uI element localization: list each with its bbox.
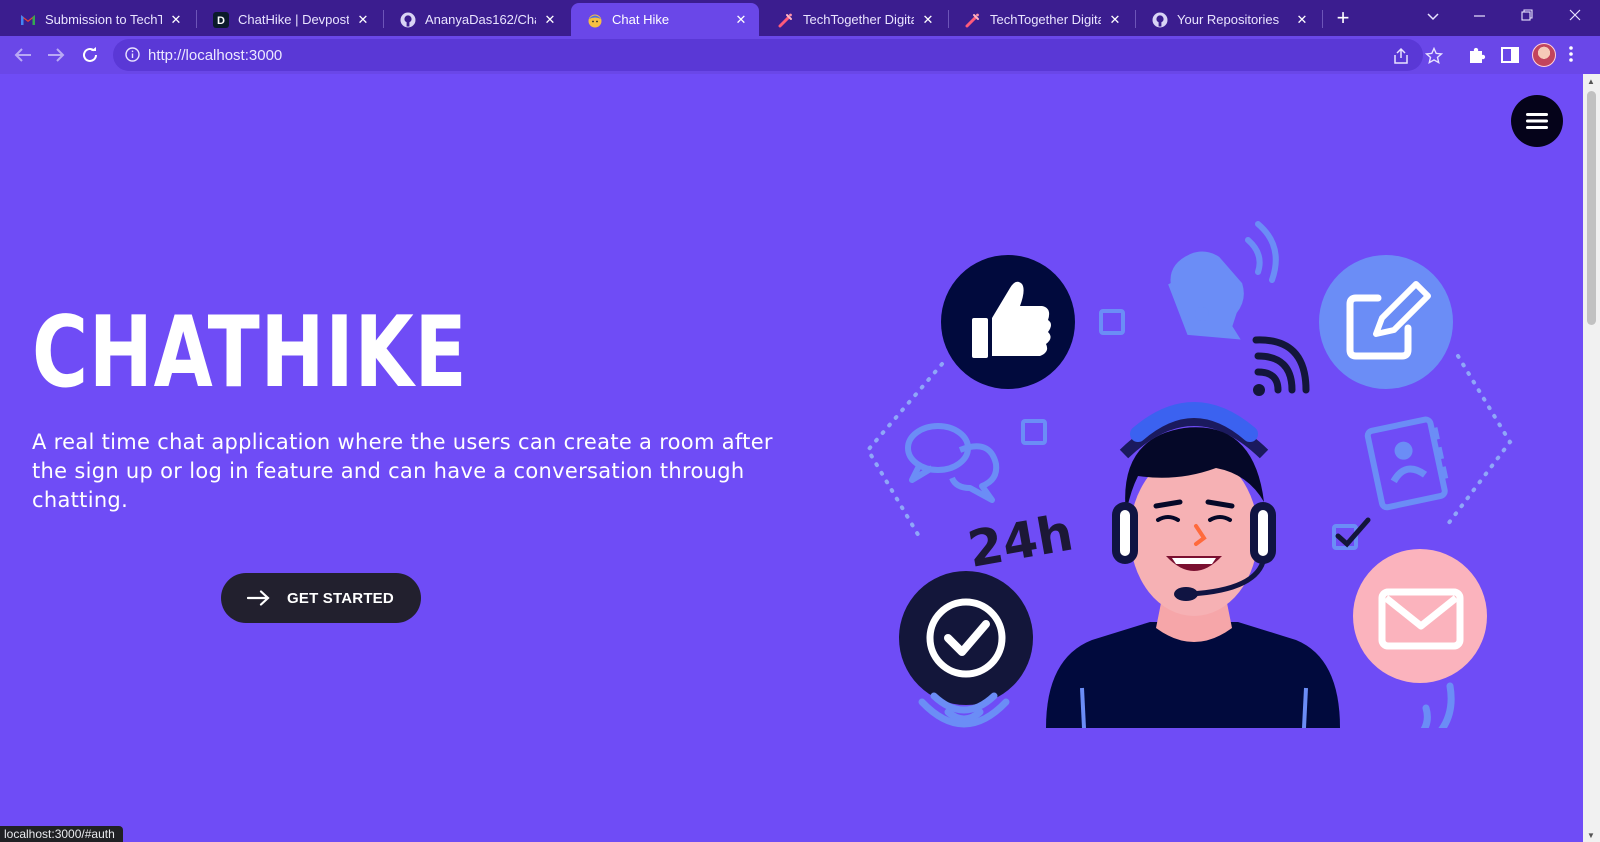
tab-close-icon[interactable]: ✕	[733, 12, 749, 28]
arrow-right-icon	[247, 590, 270, 606]
tab-devpost[interactable]: D ChatHike | Devpost ✕	[197, 3, 381, 36]
scrollbar-thumb[interactable]	[1587, 91, 1596, 325]
wifi-signal-icon	[1252, 336, 1310, 396]
tab-chat-hike[interactable]: Chat Hike ✕	[571, 3, 759, 36]
square-decoration	[1021, 419, 1047, 445]
tab-gmail[interactable]: Submission to TechTo ✕	[4, 3, 194, 36]
tab-search-chevron-icon[interactable]	[1410, 0, 1456, 32]
new-tab-button[interactable]: +	[1330, 5, 1356, 31]
hamburger-icon	[1526, 113, 1548, 129]
support-agent-illustration: 24h	[865, 221, 1513, 728]
scroll-up-arrow-icon[interactable]: ▲	[1587, 77, 1595, 86]
site-info-icon[interactable]	[125, 47, 140, 67]
tab-close-icon[interactable]: ✕	[1294, 12, 1310, 28]
chat-bubbles-icon	[905, 423, 1000, 503]
profile-avatar[interactable]	[1532, 43, 1556, 67]
tab-github-repo[interactable]: AnanyaDas162/ChatH ✕	[384, 3, 568, 36]
tab-title: TechTogether Digital |	[990, 12, 1101, 27]
bookmark-star-icon[interactable]	[1424, 46, 1444, 65]
app-brand-title: CHATHIKE	[32, 296, 468, 410]
back-arrow-icon[interactable]	[12, 44, 34, 66]
address-url[interactable]: http://localhost:3000	[148, 47, 282, 64]
get-started-button[interactable]: GET STARTED	[221, 573, 421, 623]
share-icon[interactable]	[1392, 47, 1410, 65]
chat-icon	[587, 12, 603, 28]
page-viewport: CHATHIKE A real time chat application wh…	[0, 74, 1583, 842]
check-circle-icon	[899, 571, 1033, 705]
support-agent-figure	[1046, 402, 1340, 728]
tab-close-icon[interactable]: ✕	[920, 12, 936, 28]
tab-title: Chat Hike	[612, 12, 670, 27]
contact-book-icon	[1364, 416, 1449, 511]
tab-techtogether-2[interactable]: TechTogether Digital | ✕	[949, 3, 1133, 36]
thumbs-up-icon	[941, 255, 1075, 389]
svg-text:D: D	[217, 15, 225, 27]
app-tagline: A real time chat application where the u…	[32, 430, 773, 512]
side-panel-icon[interactable]	[1500, 45, 1520, 65]
dotted-decoration	[865, 362, 944, 540]
tab-title: Submission to TechTo	[45, 12, 162, 27]
browser-menu-kebab-icon[interactable]	[1568, 45, 1580, 65]
tab-close-icon[interactable]: ✕	[1107, 12, 1123, 28]
checkbox-icon	[1332, 517, 1371, 550]
dotted-decoration	[1446, 354, 1513, 526]
devpost-icon: D	[213, 11, 229, 28]
gmail-icon	[20, 12, 36, 28]
link-status-bubble: localhost:3000/#auth	[0, 826, 123, 842]
tab-your-repositories[interactable]: Your Repositories ✕	[1136, 3, 1320, 36]
square-decoration	[1099, 309, 1125, 335]
tab-close-icon[interactable]: ✕	[355, 12, 371, 28]
github-icon	[400, 12, 416, 28]
restore-window-icon[interactable]	[1504, 0, 1550, 32]
minimize-window-icon[interactable]	[1456, 0, 1502, 32]
techtogether-icon	[965, 12, 981, 28]
browser-tab-strip: Submission to TechTo ✕ D ChatHike | Devp…	[0, 0, 1600, 36]
address-bar[interactable]: http://localhost:3000	[113, 39, 1444, 71]
edit-pencil-icon	[1319, 255, 1453, 389]
wave-signal-icon	[1420, 682, 1455, 728]
tab-separator	[1322, 10, 1323, 28]
tab-techtogether-1[interactable]: TechTogether Digital | ✕	[762, 3, 946, 36]
tab-title: ChatHike | Devpost	[238, 12, 349, 27]
tab-title: Your Repositories	[1177, 12, 1280, 27]
github-icon	[1152, 12, 1168, 28]
close-window-icon[interactable]	[1552, 0, 1598, 32]
tab-close-icon[interactable]: ✕	[168, 12, 184, 28]
forward-arrow-icon[interactable]	[45, 44, 67, 66]
reload-icon[interactable]	[79, 44, 101, 66]
extensions-puzzle-icon[interactable]	[1467, 45, 1487, 65]
tab-title: AnanyaDas162/ChatH	[425, 12, 536, 27]
get-started-label: GET STARTED	[287, 589, 394, 607]
mail-envelope-icon	[1353, 549, 1487, 683]
tab-title: TechTogether Digital |	[803, 12, 914, 27]
techtogether-icon	[778, 12, 794, 28]
bell-icon	[1168, 221, 1279, 340]
tab-close-icon[interactable]: ✕	[542, 12, 558, 28]
browser-toolbar: http://localhost:3000	[0, 36, 1600, 74]
page-scrollbar[interactable]: ▲ ▼	[1583, 74, 1600, 842]
scroll-down-arrow-icon[interactable]: ▼	[1587, 831, 1595, 840]
hero-24h-badge: 24h	[964, 503, 1078, 578]
